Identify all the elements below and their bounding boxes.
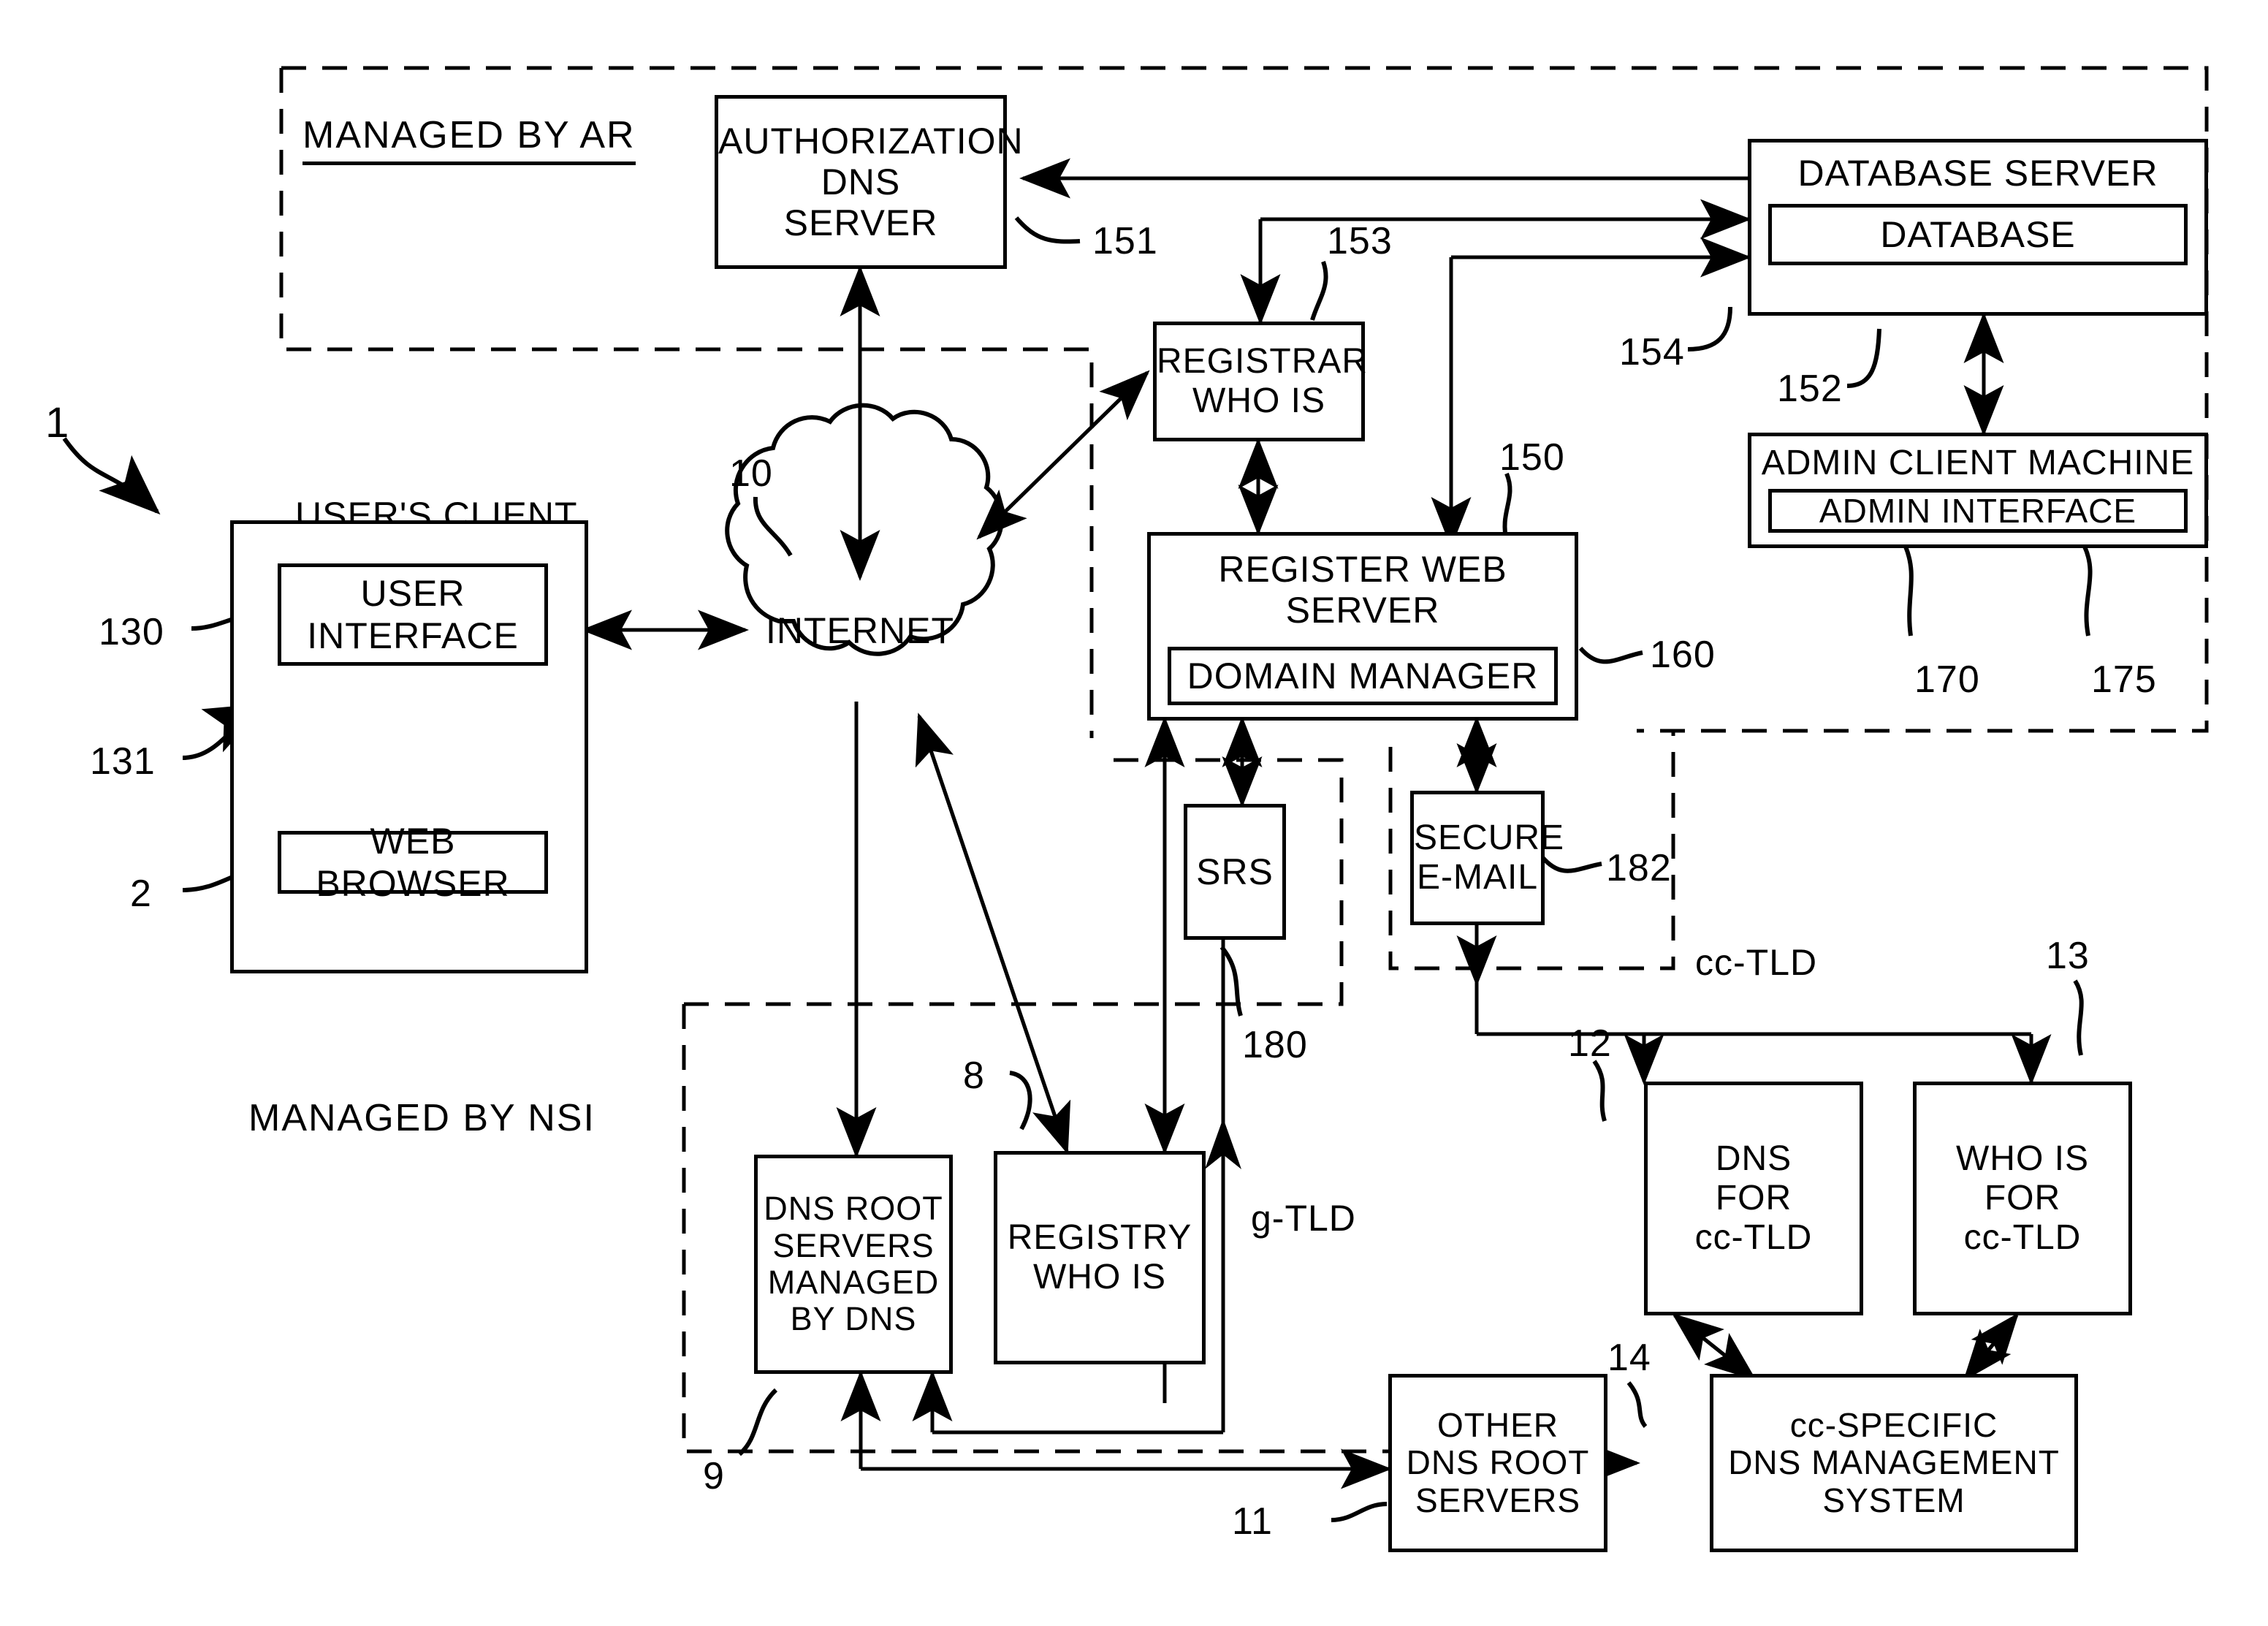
node-database-server[interactable]: DATABASE SERVER DATABASE <box>1748 139 2208 316</box>
edge-label-cctld: cc-TLD <box>1695 942 1818 983</box>
registrar-whois-line1: REGISTRAR <box>1157 342 1369 381</box>
node-internet[interactable]: INTERNET <box>754 610 966 651</box>
whois-for-cctld-line1: WHO IS <box>1956 1139 2089 1179</box>
ref-10: 10 <box>729 452 773 495</box>
node-cc-specific-dns-management-system[interactable]: cc-SPECIFIC DNS MANAGEMENT SYSTEM <box>1710 1374 2078 1552</box>
ref-13: 13 <box>2046 935 2090 977</box>
dns-root-servers-managed-line2: SERVERS <box>772 1226 935 1264</box>
ref-153: 153 <box>1327 220 1393 262</box>
ref-1: 1 <box>45 399 70 447</box>
ref-9: 9 <box>703 1455 725 1497</box>
dns-for-cctld-line3: cc-TLD <box>1694 1217 1813 1257</box>
dns-root-servers-managed-line1: DNS ROOT <box>764 1190 943 1228</box>
patent-figure: INTERNET (vertical) --> REGISTRAR WHO IS… <box>0 0 2268 1626</box>
node-users-client-machine[interactable]: USER INTERFACE WEB BROWSER <box>230 520 588 973</box>
ref-151: 151 <box>1092 220 1158 262</box>
node-secure-email[interactable]: SECURE E-MAIL <box>1410 791 1565 925</box>
other-dns-root-servers-line1: OTHER <box>1437 1405 1559 1444</box>
whois-for-cctld-line3: cc-TLD <box>1963 1217 2082 1257</box>
dns-root-servers-managed-line3: MANAGED <box>767 1264 940 1301</box>
node-database[interactable]: DATABASE <box>1768 204 2188 265</box>
edge-label-gtld: g-TLD <box>1251 1198 1356 1239</box>
ref-182: 182 <box>1606 847 1672 889</box>
ref-130: 130 <box>99 611 164 653</box>
node-web-browser[interactable]: WEB BROWSER <box>278 821 548 904</box>
secure-email-line1: SECURE <box>1414 818 1565 858</box>
node-registry-whois[interactable]: REGISTRY WHO IS <box>994 1151 1206 1364</box>
user-interface-line2: INTERFACE <box>307 615 519 656</box>
secure-email-line2: E-MAIL <box>1416 858 1539 897</box>
whois-for-cctld-line2: FOR <box>1984 1179 2061 1218</box>
database-server-title: DATABASE SERVER <box>1797 153 2158 194</box>
cc-specific-line1: cc-SPECIFIC <box>1789 1405 1998 1444</box>
ref-170: 170 <box>1914 658 1980 701</box>
ref-160: 160 <box>1650 634 1716 676</box>
ref-131: 131 <box>90 740 156 783</box>
registry-whois-line2: WHO IS <box>1033 1258 1166 1296</box>
admin-client-machine-title: ADMIN CLIENT MACHINE <box>1761 444 2195 482</box>
node-other-dns-root-servers[interactable]: OTHER DNS ROOT SERVERS <box>1388 1374 1607 1552</box>
node-user-interface[interactable]: USER INTERFACE <box>278 563 548 666</box>
other-dns-root-servers-line3: SERVERS <box>1415 1481 1581 1519</box>
other-dns-root-servers-line2: DNS ROOT <box>1406 1443 1590 1482</box>
node-admin-client-machine[interactable]: ADMIN CLIENT MACHINE ADMIN INTERFACE <box>1748 433 2208 548</box>
node-registrar-whois[interactable]: REGISTRAR WHO IS <box>1153 322 1369 441</box>
dns-for-cctld-line1: DNS <box>1715 1139 1792 1179</box>
node-register-web-server[interactable]: REGISTER WEB SERVER DOMAIN MANAGER <box>1147 532 1578 721</box>
node-authorization-dns-server[interactable]: AUTHORIZATION DNS SERVER <box>715 95 1024 269</box>
node-whois-for-cctld[interactable]: WHO IS FOR cc-TLD <box>1913 1082 2132 1315</box>
ref-11: 11 <box>1232 1500 1273 1543</box>
node-domain-manager[interactable]: DOMAIN MANAGER <box>1168 647 1558 705</box>
node-dns-root-servers-managed[interactable]: DNS ROOT SERVERS MANAGED BY DNS <box>754 1155 953 1374</box>
ref-180: 180 <box>1242 1024 1308 1066</box>
region-title-managed-by-nsi: MANAGED BY NSI <box>248 1097 595 1139</box>
ref-152: 152 <box>1777 368 1843 410</box>
authorization-dns-server-line3: SERVER <box>783 202 938 243</box>
cc-specific-line2: DNS MANAGEMENT <box>1728 1443 2060 1482</box>
node-admin-interface[interactable]: ADMIN INTERFACE <box>1768 488 2188 533</box>
dns-for-cctld-line2: FOR <box>1715 1179 1792 1218</box>
registrar-whois-line2: WHO IS <box>1192 381 1325 420</box>
node-srs[interactable]: SRS <box>1184 804 1286 940</box>
ref-12: 12 <box>1568 1022 1612 1065</box>
region-title-managed-by-ar: MANAGED BY AR <box>302 113 636 165</box>
ref-2: 2 <box>130 873 152 915</box>
register-web-server-title: REGISTER WEB SERVER <box>1218 549 1507 631</box>
ref-8: 8 <box>963 1055 985 1097</box>
ref-175: 175 <box>2091 658 2157 701</box>
dns-root-servers-managed-line4: BY DNS <box>790 1300 917 1338</box>
ref-150: 150 <box>1499 436 1565 479</box>
ref-14: 14 <box>1607 1337 1651 1379</box>
node-dns-for-cctld[interactable]: DNS FOR cc-TLD <box>1644 1082 1863 1315</box>
registry-whois-line1: REGISTRY <box>1007 1218 1192 1258</box>
authorization-dns-server-line1: AUTHORIZATION <box>718 121 1024 162</box>
authorization-dns-server-line2: DNS <box>821 162 901 202</box>
ref-154: 154 <box>1619 331 1685 373</box>
user-interface-line1: USER <box>360 573 465 614</box>
cc-specific-line3: SYSTEM <box>1822 1481 1966 1519</box>
